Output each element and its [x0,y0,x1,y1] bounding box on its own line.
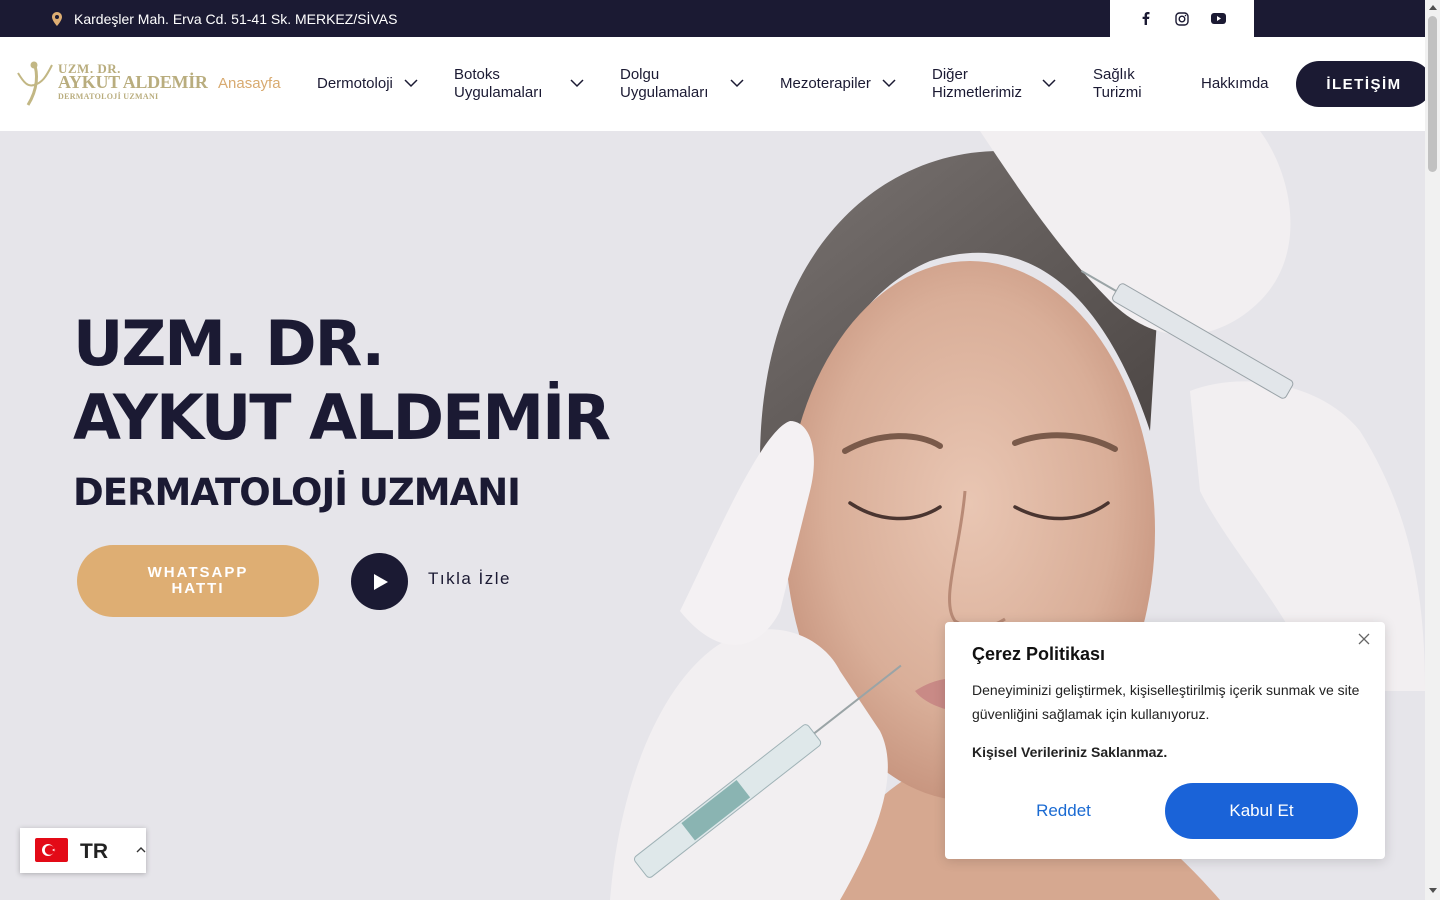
nav-label: Botoks Uygulamaları [454,66,543,101]
chevron-down-icon [882,79,896,88]
nav-label: Anasayfa [218,75,281,92]
contact-button[interactable]: İLETİŞİM [1296,61,1432,107]
main-header: UZM. DR. AYKUT ALDEMİR DERMATOLOJİ UZMAN… [0,37,1432,131]
top-bar: Kardeşler Mah. Erva Cd. 51-41 Sk. MERKEZ… [0,0,1425,37]
scrollbar-thumb[interactable] [1428,16,1437,172]
location-pin-icon [52,11,62,26]
language-code: TR [80,840,108,863]
page-scrollbar[interactable] [1425,0,1440,900]
logo-line-2: AYKUT ALDEMİR [58,72,208,92]
hero-subtitle: DERMATOLOJİ UZMANI [73,471,521,514]
nav-label: Sağlık Turizmi [1093,66,1142,101]
turkey-flag-icon [35,838,68,862]
cookie-title: Çerez Politikası [972,644,1106,664]
scroll-up-arrow-icon[interactable] [1429,5,1437,10]
chevron-down-icon [730,79,744,88]
site-logo[interactable]: UZM. DR. AYKUT ALDEMİR DERMATOLOJİ UZMAN… [12,59,208,109]
cookie-note: Kişisel Verileriniz Saklanmaz. [972,744,1168,760]
scroll-down-arrow-icon[interactable] [1429,888,1437,893]
nav-anasayfa[interactable]: Anasayfa [218,37,281,131]
nav-dermotoloji[interactable]: Dermotoloji [317,37,418,131]
youtube-icon[interactable] [1210,11,1226,27]
hero-title-line-2: AYKUT ALDEMİR [73,381,611,454]
accept-cookies-button[interactable]: Kabul Et [1165,783,1358,839]
whatsapp-button[interactable]: WHATSAPP HATTI [77,545,319,617]
play-icon [373,573,388,590]
nav-label: Mezoterapiler [780,75,871,92]
chevron-down-icon [404,79,418,88]
logo-line-3: DERMATOLOJİ UZMANI [58,92,159,101]
logo-figure-icon [17,61,53,106]
address: Kardeşler Mah. Erva Cd. 51-41 Sk. MERKEZ… [52,0,397,37]
instagram-icon[interactable] [1174,11,1190,27]
address-text: Kardeşler Mah. Erva Cd. 51-41 Sk. MERKEZ… [74,10,398,27]
play-video-label[interactable]: Tıkla İzle [428,569,511,589]
hero-title-line-1: UZM. DR. [73,307,385,380]
chevron-down-icon [570,79,584,88]
facebook-icon[interactable] [1138,11,1154,27]
close-icon[interactable] [1358,633,1370,645]
cookie-description: Deneyiminizi geliştirmek, kişiselleştiri… [972,682,1360,722]
nav-label: Hakkımda [1201,75,1269,92]
chevron-up-icon [136,847,146,853]
cookie-consent-dialog: Çerez Politikası Deneyiminizi geliştirme… [945,622,1385,859]
hero-title: UZM. DR. AYKUT ALDEMİR [73,307,611,455]
nav-dolgu[interactable]: Dolgu Uygulamaları [620,37,744,131]
nav-saglik-turizmi[interactable]: Sağlık Turizmi [1093,37,1163,131]
social-links [1110,0,1254,37]
nav-diger-hizmetler[interactable]: Diğer Hizmetlerimiz [932,37,1056,131]
nav-mezoterapiler[interactable]: Mezoterapiler [780,37,896,131]
language-switcher[interactable]: TR [20,828,146,873]
play-video-button[interactable] [351,553,408,610]
nav-label: Dolgu Uygulamaları [620,66,709,101]
reject-cookies-button[interactable]: Reddet [965,783,1162,839]
nav-label: Diğer Hizmetlerimiz [932,66,1022,101]
chevron-down-icon [1042,79,1056,88]
nav-label: Dermotoloji [317,75,393,92]
nav-hakkimda[interactable]: Hakkımda [1201,37,1269,131]
nav-botoks[interactable]: Botoks Uygulamaları [454,37,584,131]
